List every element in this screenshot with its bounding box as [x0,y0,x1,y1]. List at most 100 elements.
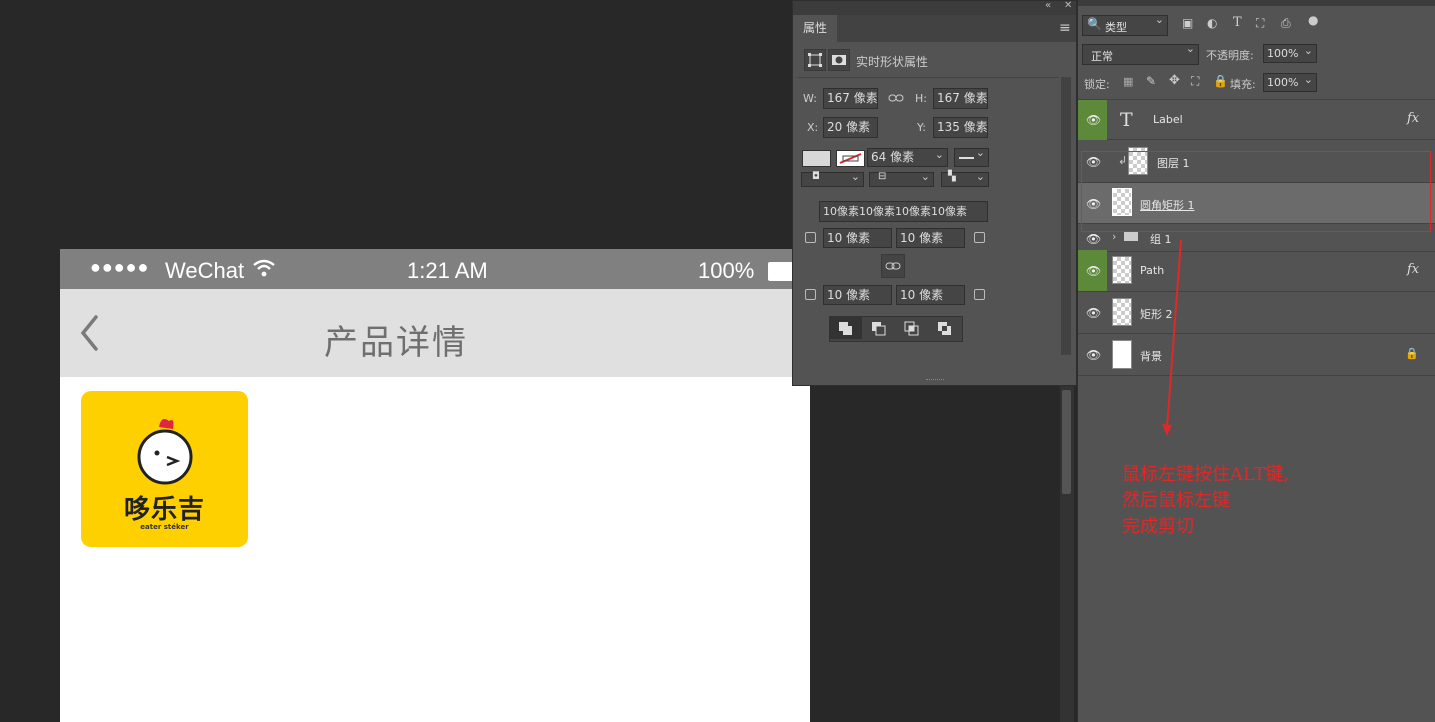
stroke-width-value: 64 像素 [871,150,915,164]
text-filter-icon[interactable]: T [1233,15,1242,30]
stroke-line-preview [959,157,974,159]
smart-object-filter-icon[interactable]: ⎙ [1281,16,1291,31]
align-icon: ◘ [812,171,820,182]
subtract-icon [872,322,886,336]
w-label: W: [803,92,817,105]
corners-all-field[interactable]: 10像素10像素10像素10像素 [819,201,988,222]
opacity-label: 不透明度: [1206,49,1254,62]
eye-icon[interactable]: 👁 [1086,232,1102,246]
close-icon[interactable]: ✕ [1064,0,1072,11]
mask-icon [832,55,846,65]
link-icon[interactable] [888,93,904,103]
panel-divider [797,77,1059,78]
corner-bl-field[interactable]: 10 像素 [823,285,892,305]
eye-icon[interactable]: 👁 [1086,113,1102,127]
phone-canvas: ●●●●● WeChat 1:21 AM 100% 产品详情 哆乐吉 eater… [60,249,810,722]
search-icon: 🔍 [1087,17,1102,31]
layer-thumbnail [1112,256,1132,284]
corner-bl-icon [805,289,816,300]
fill-label: 填充: [1230,78,1256,91]
fx-icon[interactable]: fx [1407,111,1419,126]
layer-row-label[interactable]: 👁 T Label fx [1078,99,1435,140]
subtract-shapes-button[interactable] [863,317,895,339]
collapse-icon[interactable]: « [1045,0,1051,11]
lock-move-icon[interactable]: ✥ [1169,73,1180,88]
layer-row-background[interactable]: 👁 背景 🔒 [1078,334,1435,376]
corner-tl-field[interactable]: 10 像素 [823,228,892,248]
stroke-width-field[interactable]: 64 像素 [867,148,948,167]
panel-menu-icon[interactable]: ≡ [1059,20,1071,36]
folder-icon [1124,231,1138,241]
height-field[interactable]: 167 像素 [933,88,988,109]
eye-icon[interactable]: 👁 [1086,264,1102,278]
width-field[interactable]: 167 像素 [823,88,878,109]
battery-icon [768,262,794,281]
lock-artboard-icon[interactable]: ⛶ [1191,74,1199,89]
exclude-icon [938,322,951,335]
panel-topstrip: « ✕ [793,0,1076,15]
combine-icon [839,322,852,335]
stroke-style-dropdown[interactable] [954,146,989,167]
eye-icon[interactable]: 👁 [1086,348,1102,362]
filter-kind-label: 类型 [1105,21,1127,34]
lock-transparency-icon[interactable]: ▦ [1123,75,1133,88]
annotation-line-2: 然后鼠标左键 [1122,490,1230,511]
layer-name: Label [1153,113,1183,126]
layer-thumbnail [1112,298,1132,326]
adjustment-filter-icon[interactable]: ◐ [1207,16,1217,30]
eye-icon[interactable]: 👁 [1086,306,1102,320]
shape-filter-icon[interactable]: ⛶ [1256,16,1264,31]
shape-properties-title: 实时形状属性 [856,55,929,69]
blend-mode-dropdown[interactable]: 正常 [1082,42,1199,65]
stroke-cap-dropdown[interactable]: ⊟ [869,170,934,187]
lock-brush-icon[interactable]: ✎ [1146,74,1156,88]
canvas-scrollbar[interactable] [1060,386,1074,722]
canvas-scroll-thumb[interactable] [1062,390,1071,494]
logo-tagline: eater stéker [140,523,189,531]
opacity-field[interactable]: 100% [1263,44,1317,63]
corner-icon: ▚ [948,171,956,182]
stroke-corner-dropdown[interactable]: ▚ [941,170,989,187]
annotation-text: 鼠标左键按住ALT键, 然后鼠标左键 完成剪切 [1122,462,1289,540]
corner-tr-field[interactable]: 10 像素 [896,228,965,248]
lock-all-icon[interactable]: 🔒 [1213,74,1228,88]
signal-dots: ●●●●● [90,257,150,277]
stroke-align-dropdown[interactable]: ◘ [801,170,864,187]
shape-transform-button[interactable] [804,49,826,71]
transform-icon [808,53,822,67]
exclude-shapes-button[interactable] [929,317,961,339]
panel-tabbar: 属性 ≡ [793,15,1076,42]
intersect-icon [904,321,919,336]
intersect-shapes-button[interactable] [896,317,928,339]
opacity-value: 100% [1267,47,1299,60]
layer-filter-dropdown[interactable]: 🔍 类型 [1082,13,1168,36]
combine-shapes-button[interactable] [830,317,862,339]
properties-panel: « ✕ 属性 ≡ 实时形状属性 W: 167 像素 H: 167 像素 X: 2… [792,0,1077,386]
h-label: H: [915,92,927,105]
fx-icon[interactable]: fx [1407,262,1419,277]
layer-row-path[interactable]: 👁 Path fx [1078,250,1435,292]
y-field[interactable]: 135 像素 [933,117,988,138]
panel-scrollbar[interactable] [1061,77,1071,355]
lock-icon: 🔒 [1405,347,1419,360]
chicken-icon [137,419,193,485]
annotation-line-1: 鼠标左键按住ALT键, [1122,464,1290,485]
tab-properties[interactable]: 属性 [793,15,837,42]
y-label: Y: [917,121,926,134]
corner-br-field[interactable]: 10 像素 [896,285,965,305]
status-bar: ●●●●● WeChat 1:21 AM 100% [60,249,810,289]
chevron-left-icon[interactable] [78,314,102,352]
fill-swatch[interactable] [802,150,831,167]
layer-row-rect2[interactable]: 👁 矩形 2 [1078,292,1435,334]
filter-toggle-icon[interactable]: ● [1308,13,1318,27]
mask-button[interactable] [828,49,850,71]
layers-top-strip [1078,0,1435,6]
text-layer-icon: T [1120,109,1133,131]
fill-field[interactable]: 100% [1263,73,1317,92]
link-corners-button[interactable] [881,254,905,278]
panel-resize-grip[interactable] [926,379,944,383]
x-field[interactable]: 20 像素 [823,117,878,138]
image-filter-icon[interactable]: ▣ [1182,16,1193,30]
battery-percent: 100% [698,258,755,283]
stroke-swatch[interactable] [836,150,865,167]
